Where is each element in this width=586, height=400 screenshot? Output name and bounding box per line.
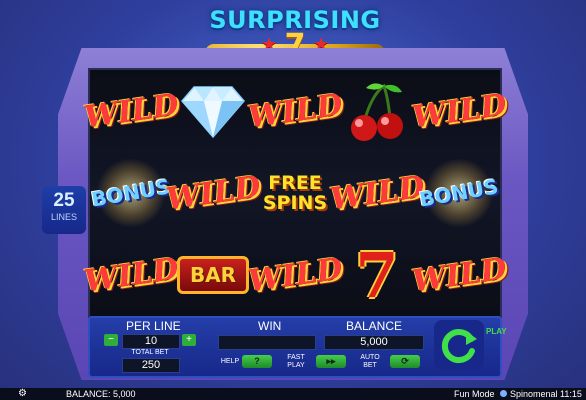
reel-cell-wild: WILD <box>328 152 427 234</box>
wild-symbol: WILD <box>409 87 509 135</box>
reel-cell-diamond <box>172 70 254 152</box>
help-label: HELP <box>220 358 240 365</box>
diamond-icon <box>181 86 245 139</box>
reel-cell-wild: WILD <box>246 234 345 316</box>
wild-symbol: WILD <box>409 251 509 299</box>
lines-label: LINES <box>50 212 77 222</box>
reel-cell-bonus: BONUS <box>90 152 172 234</box>
free-spins-line2: SPINS <box>262 192 328 214</box>
help-button[interactable]: ? <box>242 355 272 368</box>
lines-badge: 25 LINES <box>42 186 86 234</box>
play-label: PLAY <box>486 327 507 336</box>
fast-play-button[interactable]: ▸▸ <box>316 355 346 368</box>
lines-count: 25 <box>53 190 75 211</box>
clock: 11:15 <box>560 389 582 399</box>
seven-symbol: 7 <box>355 238 399 312</box>
free-spins-line1: FREE <box>268 172 322 194</box>
settings-icon[interactable]: ⚙ <box>18 388 27 400</box>
status-balance: BALANCE: 5,000 <box>66 389 136 399</box>
status-bar: ⚙ BALANCE: 5,000 Fun Mode Spinomenal 11:… <box>0 388 586 400</box>
bar-symbol: BAR <box>176 256 250 294</box>
reel-cell-wild: WILD <box>410 70 509 152</box>
per-line-plus-button[interactable]: + <box>182 334 196 346</box>
per-line-minus-button[interactable]: − <box>104 334 118 346</box>
reel-cell-bonus: BONUS <box>418 152 500 234</box>
win-label: WIN <box>258 319 282 333</box>
reel-cell-wild: WILD <box>410 234 509 316</box>
free-spins-symbol: FREE SPINS <box>263 173 327 213</box>
wild-symbol: WILD <box>245 251 345 299</box>
play-button[interactable] <box>434 320 484 370</box>
win-value <box>218 335 316 350</box>
brand-label: Spinomenal <box>510 389 558 399</box>
per-line-label: PER LINE <box>126 319 181 333</box>
reel-cell-wild: WILD <box>82 70 181 152</box>
mode-label: Fun Mode <box>454 389 495 399</box>
cherries-icon <box>351 83 403 141</box>
reel-cell-cherries <box>336 70 418 152</box>
reel-cell-seven: 7 <box>336 234 418 316</box>
reel-cell-wild: WILD <box>246 70 345 152</box>
wild-symbol: WILD <box>81 87 181 135</box>
auto-bet-label: AUTO BET <box>360 354 380 369</box>
wild-symbol: WILD <box>163 169 263 217</box>
auto-bet-button[interactable]: ⟳ <box>390 355 420 368</box>
balance-value: 5,000 <box>324 335 424 350</box>
per-line-value: 10 <box>122 334 180 349</box>
wild-symbol: WILD <box>81 251 181 299</box>
total-bet-value: 250 <box>122 358 180 373</box>
balance-label: BALANCE <box>346 319 403 333</box>
reel-cell-free-spins: FREE SPINS <box>254 152 336 234</box>
reel-cell-bar: BAR <box>172 234 254 316</box>
fast-play-label: FAST PLAY <box>287 354 305 369</box>
wild-symbol: WILD <box>245 87 345 135</box>
wild-symbol: WILD <box>327 169 427 217</box>
spinomenal-logo-icon <box>500 390 507 397</box>
reel-cell-wild: WILD <box>164 152 263 234</box>
reel-grid: WILD WILD WILD BONUS WILD FREE SPINS WIL… <box>82 68 509 318</box>
reel-cell-wild: WILD <box>82 234 181 316</box>
total-bet-label: TOTAL BET <box>131 349 169 356</box>
spin-icon <box>441 329 477 363</box>
